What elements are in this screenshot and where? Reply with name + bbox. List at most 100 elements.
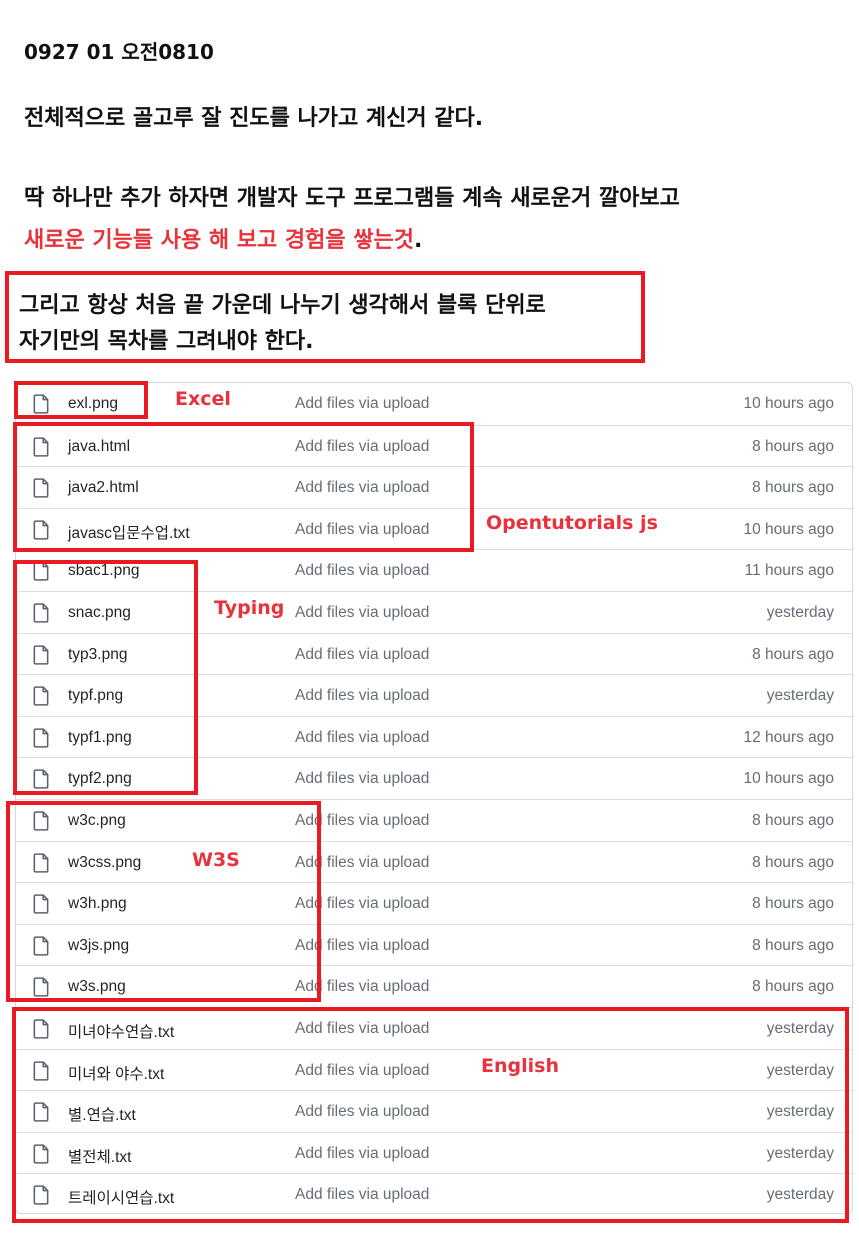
commit-time: 8 hours ago	[752, 437, 834, 455]
file-icon	[32, 1019, 50, 1039]
commit-message-link[interactable]: Add files via upload	[295, 1145, 429, 1163]
file-row[interactable]: typf.png Add files via upload yesterday	[16, 674, 852, 716]
commit-message-link[interactable]: Add files via upload	[295, 812, 429, 830]
file-row[interactable]: w3css.png Add files via upload 8 hours ago	[16, 840, 852, 883]
file-icon	[32, 520, 50, 540]
file-row[interactable]: 미녀와 야수.txt Add files via upload yesterday	[16, 1048, 852, 1091]
file-name-link[interactable]: exl.png	[68, 395, 118, 413]
commit-message-link[interactable]: Add files via upload	[295, 1020, 429, 1038]
commit-time: yesterday	[766, 687, 834, 705]
commit-message-link[interactable]: Add files via upload	[295, 687, 429, 705]
file-icon	[32, 811, 50, 831]
commit-message-link[interactable]: Add files via upload	[295, 1103, 429, 1121]
file-row[interactable]: w3c.png Add files via upload 8 hours ago	[16, 799, 852, 841]
file-name-link[interactable]: 미녀야수연습.txt	[68, 1020, 174, 1042]
file-name-link[interactable]: typf1.png	[68, 729, 132, 747]
file-name-link[interactable]: typf2.png	[68, 770, 132, 788]
file-row[interactable]: typf2.png Add files via upload 10 hours ag…	[16, 757, 852, 799]
file-icon	[32, 977, 50, 998]
file-row[interactable]: typ3.png Add files via upload 8 hours ago	[16, 632, 852, 675]
commit-message-link[interactable]: Add files via upload	[295, 604, 429, 622]
file-icon	[32, 728, 50, 748]
file-row[interactable]: w3js.png Add files via upload 8 hours ago	[16, 923, 852, 966]
w3s-annotation-label: W3S	[192, 849, 240, 871]
file-name-link[interactable]: w3h.png	[68, 895, 127, 913]
note-line-3: 새로운 기능들 사용 해 보고 경험을 쌓는것.	[24, 222, 422, 254]
boxed-note-line-2: 자기만의 목차를 그려내야 한다.	[19, 329, 314, 354]
file-row[interactable]: exl.png Add files via upload 10 hours ago	[16, 383, 852, 425]
commit-time: yesterday	[766, 604, 834, 621]
file-name-link[interactable]: snac.png	[68, 604, 131, 622]
commit-time: 8 hours ago	[752, 645, 834, 663]
file-name-link[interactable]: java.html	[68, 438, 130, 456]
file-icon	[32, 1060, 50, 1081]
opentutorials-annotation-label: Opentutorials js	[486, 512, 658, 534]
file-name-link[interactable]: w3c.png	[68, 812, 126, 830]
file-name-link[interactable]: 별전체.txt	[68, 1145, 131, 1167]
commit-time: 8 hours ago	[752, 812, 834, 829]
file-icon	[32, 769, 50, 790]
file-icon	[32, 936, 50, 956]
commit-time: 10 hours ago	[743, 520, 835, 538]
note-date: 0927 01 오전0810	[24, 40, 214, 64]
file-name-link[interactable]: 미녀와 야수.txt	[68, 1062, 164, 1084]
commit-message-link[interactable]: Add files via upload	[295, 479, 429, 497]
file-row[interactable]: java2.html Add files via upload 8 hours ag…	[16, 466, 852, 508]
commit-message-link[interactable]: Add files via upload	[295, 1186, 429, 1204]
file-row[interactable]: javasc입문수업.txt Add files via upload 10 hou…	[16, 507, 852, 550]
commit-time: 11 hours ago	[744, 562, 834, 580]
commit-message-link[interactable]: Add files via upload	[295, 1062, 429, 1080]
file-icon	[32, 686, 50, 706]
file-name-link[interactable]: javasc입문수업.txt	[68, 521, 190, 543]
typing-annotation-label: Typing	[214, 597, 285, 619]
file-row[interactable]: snac.png Add files via upload yesterday	[16, 591, 852, 633]
file-name-link[interactable]: w3css.png	[68, 854, 141, 872]
file-name-link[interactable]: w3js.png	[68, 937, 129, 955]
note-line-3-highlight: 새로운 기능들 사용 해 보고 경험을 쌓는것	[24, 228, 415, 253]
file-icon	[32, 1102, 50, 1122]
file-icon	[32, 1185, 50, 1206]
commit-message-link[interactable]: Add files via upload	[295, 770, 429, 788]
commit-message-link[interactable]: Add files via upload	[295, 937, 429, 955]
commit-message-link[interactable]: Add files via upload	[295, 978, 429, 996]
commit-time: 8 hours ago	[752, 978, 834, 996]
commit-message-link[interactable]: Add files via upload	[295, 562, 429, 580]
file-name-link[interactable]: java2.html	[68, 479, 139, 497]
file-row[interactable]: 별.연습.txt Add files via upload yesterday	[16, 1090, 852, 1132]
commit-time: 12 hours ago	[743, 728, 835, 746]
note-line-3-end: .	[414, 228, 423, 253]
file-row[interactable]: 별전체.txt Add files via upload yesterday	[16, 1131, 852, 1174]
file-name-link[interactable]: w3s.png	[68, 978, 126, 996]
file-name-link[interactable]: 별.연습.txt	[68, 1103, 136, 1125]
file-name-link[interactable]: typ3.png	[68, 646, 127, 664]
file-row[interactable]: w3h.png Add files via upload 8 hours ago	[16, 882, 852, 924]
file-row[interactable]: 트레이시연습.txt Add files via upload yesterday	[16, 1173, 852, 1213]
commit-time: yesterday	[766, 1020, 834, 1037]
file-row[interactable]: w3s.png Add files via upload 8 hours ago	[16, 965, 852, 1007]
file-row[interactable]: java.html Add files via upload 8 hours ago	[16, 424, 852, 467]
english-annotation-label: English	[481, 1055, 559, 1077]
commit-message-link[interactable]: Add files via upload	[295, 521, 429, 539]
commit-time: yesterday	[766, 1061, 834, 1079]
file-name-link[interactable]: 트레이시연습.txt	[68, 1186, 174, 1208]
commit-message-link[interactable]: Add files via upload	[295, 729, 429, 747]
file-icon	[32, 852, 50, 873]
file-name-link[interactable]: typf.png	[68, 687, 123, 705]
commit-message-link[interactable]: Add files via upload	[295, 646, 429, 664]
file-icon	[32, 478, 50, 498]
commit-message-link[interactable]: Add files via upload	[295, 854, 429, 872]
file-icon	[32, 894, 50, 914]
file-row[interactable]: 미녀야수연습.txt Add files via upload yesterday	[16, 1007, 852, 1049]
file-name-link[interactable]: sbac1.png	[68, 562, 140, 580]
file-icon	[32, 644, 50, 665]
file-icon	[32, 603, 50, 623]
commit-message-link[interactable]: Add files via upload	[295, 395, 429, 413]
commit-time: yesterday	[766, 1103, 834, 1121]
commit-time: 10 hours ago	[743, 770, 835, 788]
excel-annotation-label: Excel	[175, 388, 231, 410]
file-row[interactable]: sbac1.png Add files via upload 11 hours ag…	[16, 549, 852, 591]
commit-message-link[interactable]: Add files via upload	[295, 438, 429, 456]
commit-message-link[interactable]: Add files via upload	[295, 895, 429, 913]
file-row[interactable]: typf1.png Add files via upload 12 hours ag…	[16, 715, 852, 758]
file-icon	[32, 436, 50, 457]
